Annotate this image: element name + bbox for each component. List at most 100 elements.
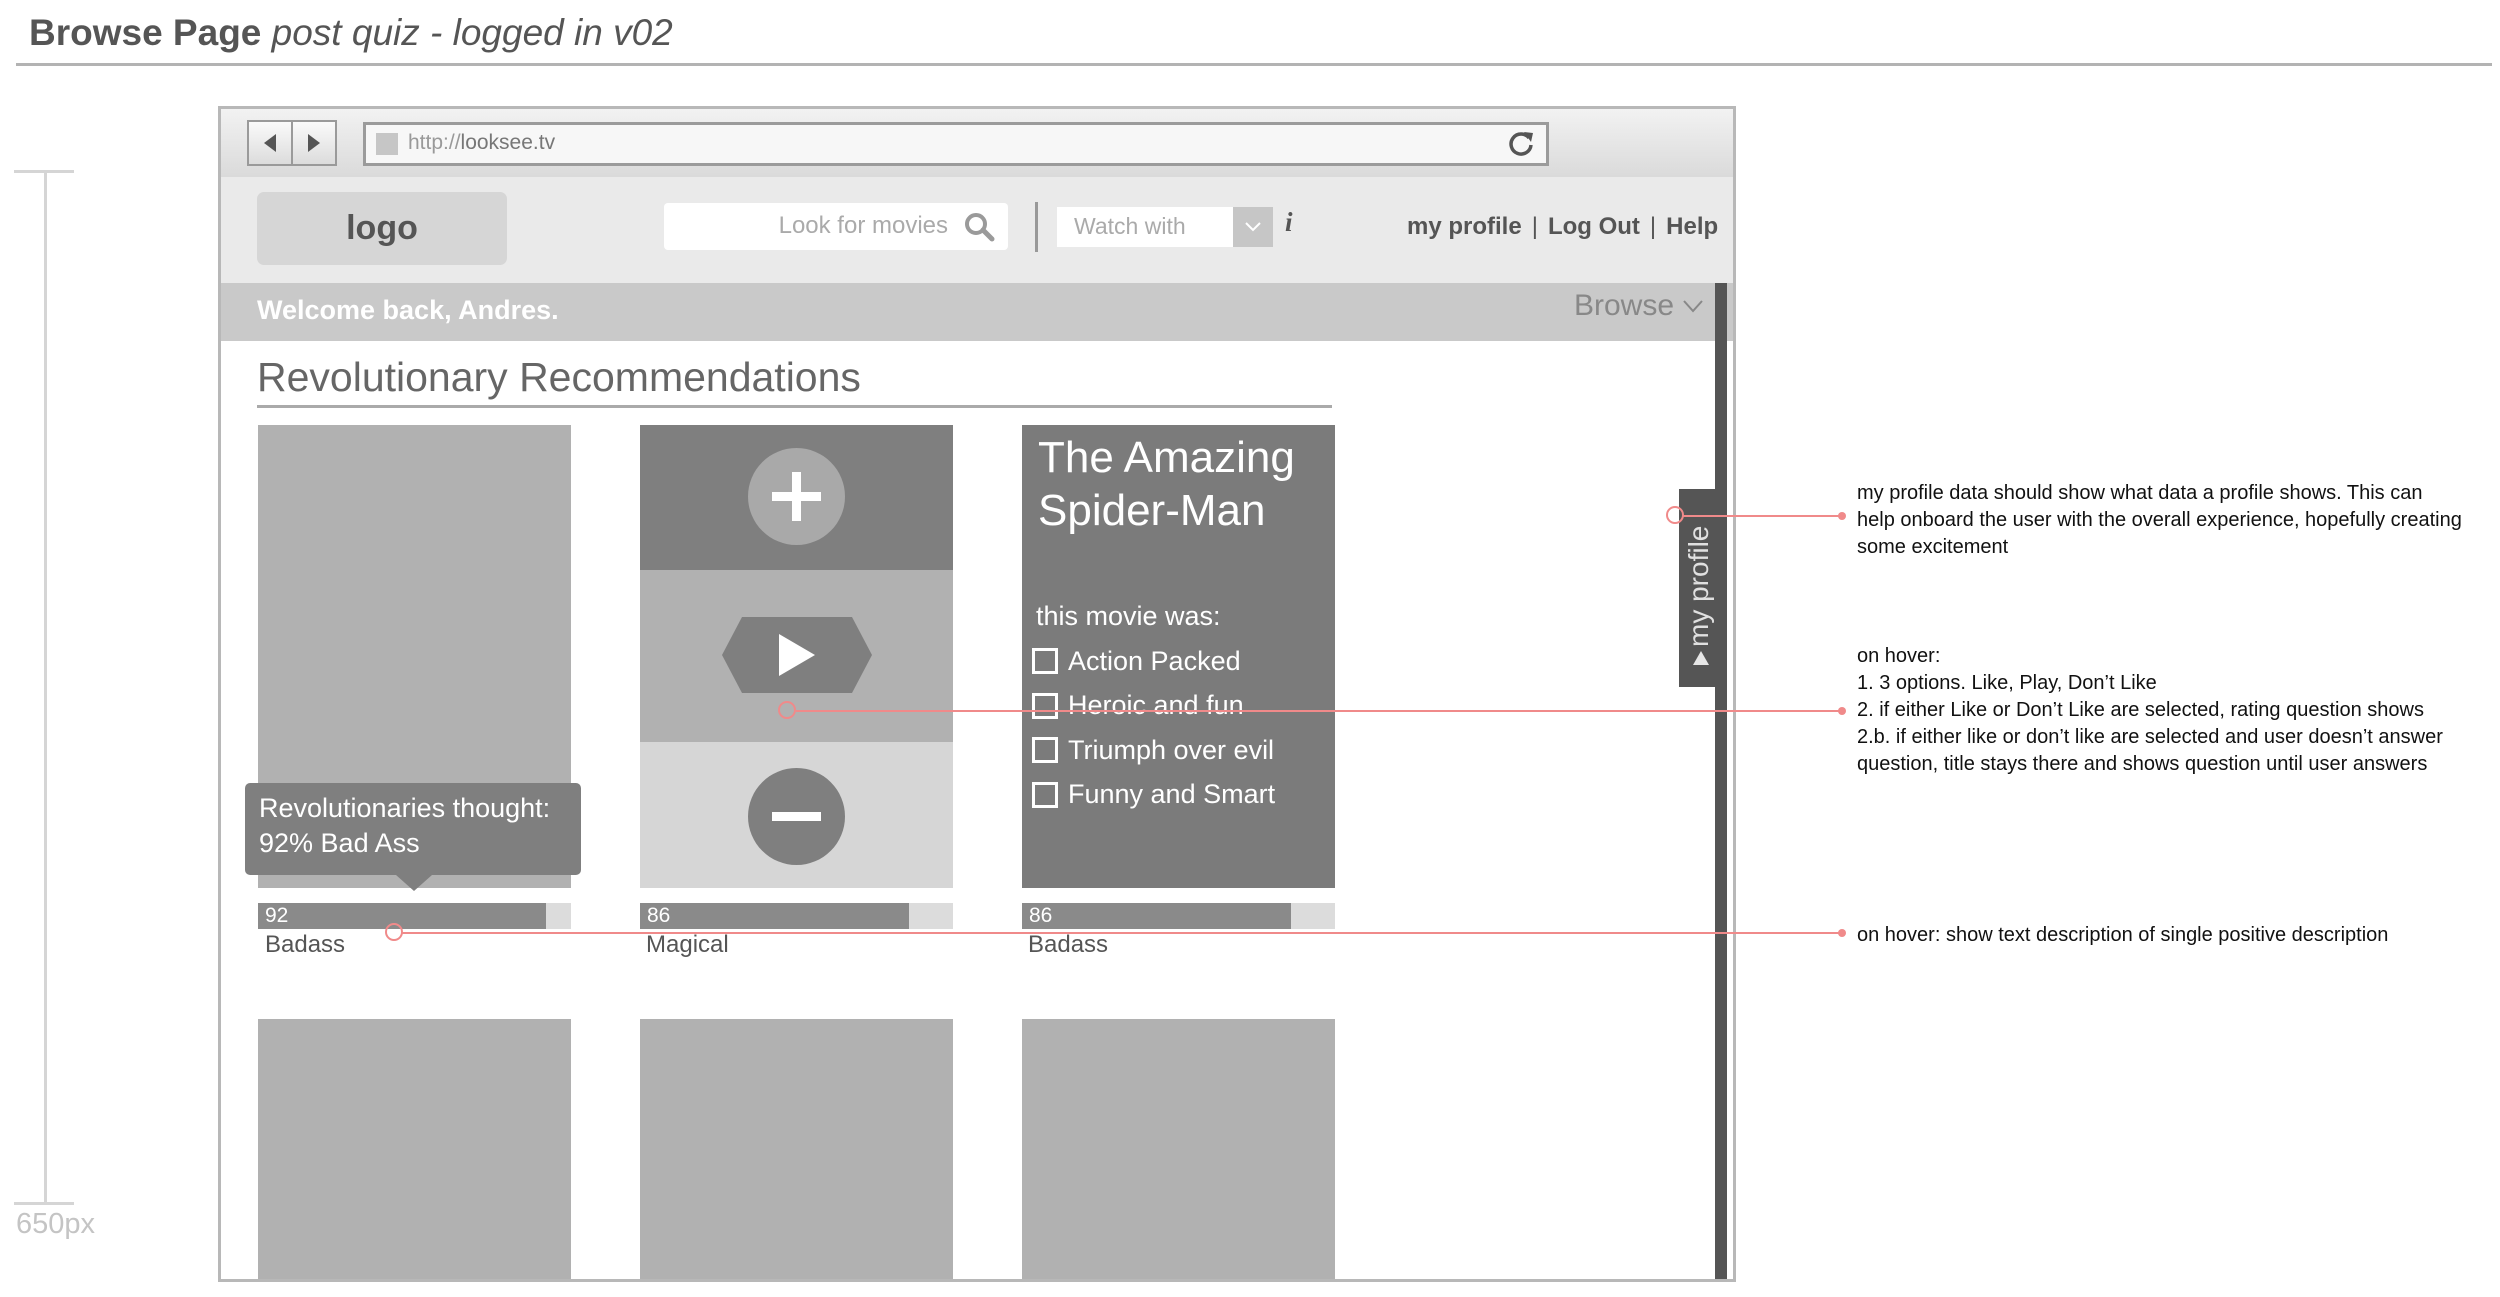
- descriptor-label: Badass: [1028, 931, 1109, 958]
- document-title: Browse Page post quiz - logged in v02: [29, 12, 673, 54]
- annotation-line: help onboard the user with the overall e…: [1857, 509, 2462, 531]
- rating-option[interactable]: Heroic and fun: [1032, 684, 1275, 729]
- annotation-dot: [1838, 929, 1846, 937]
- annotation-line: some excitement: [1857, 536, 2009, 558]
- info-icon[interactable]: i: [1285, 207, 1293, 238]
- link-separator: |: [1649, 213, 1657, 240]
- link-separator: |: [1531, 213, 1538, 240]
- movie-card-hover: [640, 425, 953, 888]
- search-icon[interactable]: [964, 212, 996, 247]
- movie-poster-row2-2[interactable]: [640, 1019, 953, 1279]
- reload-icon: [1509, 132, 1533, 156]
- help-link[interactable]: Help: [1666, 213, 1718, 240]
- score-bar[interactable]: 86: [640, 903, 953, 929]
- annotation-hover-score: on hover: show text description of singl…: [1857, 924, 2389, 946]
- annotation-line: 1. 3 options. Like, Play, Don’t Like: [1857, 672, 2157, 694]
- browse-dropdown[interactable]: Browse: [1574, 289, 1704, 323]
- score-bar-fill: [258, 903, 546, 929]
- annotation-line: 2. if either Like or Don’t Like are sele…: [1857, 699, 2424, 721]
- score-tooltip: Revolutionaries thought: 92% Bad Ass: [245, 783, 581, 891]
- browser-window: http://looksee.tv logo Look for movies W…: [218, 106, 1736, 1282]
- reload-button[interactable]: [1506, 129, 1536, 164]
- plus-icon: [772, 472, 821, 521]
- welcome-bar: Welcome back, Andres. Browse: [221, 283, 1733, 341]
- watch-with-select[interactable]: Watch with: [1057, 207, 1273, 247]
- site-logo[interactable]: logo: [257, 192, 507, 265]
- rating-option[interactable]: Funny and Smart: [1032, 773, 1275, 818]
- rating-option[interactable]: Triumph over evil: [1032, 728, 1275, 773]
- checkbox-icon[interactable]: [1032, 737, 1058, 764]
- annotation-line: on hover:: [1857, 645, 1941, 667]
- document-title-bold: Browse Page: [29, 12, 262, 53]
- annotation-line: 2.b. if either like or don’t like are se…: [1857, 726, 2443, 748]
- score-value: 92: [265, 904, 289, 927]
- annotation-dot: [1838, 512, 1846, 520]
- rating-card: The Amazing Spider-Man this movie was: A…: [1022, 425, 1335, 888]
- annotation-dot: [1838, 707, 1846, 715]
- search-placeholder: Look for movies: [778, 212, 948, 239]
- triangle-up-icon: [1692, 649, 1710, 672]
- rating-option-label: Heroic and fun: [1068, 690, 1244, 721]
- dislike-zone[interactable]: [640, 742, 953, 888]
- annotation-marker: [778, 701, 796, 719]
- site-header: logo Look for movies Watch with i my pro…: [221, 177, 1733, 289]
- minus-icon: [772, 812, 821, 821]
- ruler-bottom-tick: [14, 1202, 74, 1205]
- section-divider: [257, 405, 1332, 408]
- chevron-down-icon: [1683, 300, 1703, 313]
- score-value: 86: [647, 904, 671, 927]
- descriptor-label: Badass: [265, 931, 346, 958]
- rating-option-label: Funny and Smart: [1068, 779, 1276, 810]
- welcome-message: Welcome back, Andres.: [257, 295, 559, 325]
- ruler-label: 650px: [16, 1208, 96, 1240]
- my-profile-tab-label: my profile: [1683, 525, 1714, 647]
- score-bar[interactable]: 86: [1022, 903, 1335, 929]
- forward-button[interactable]: [293, 122, 335, 164]
- checkbox-icon[interactable]: [1032, 781, 1058, 808]
- document-title-italic: post quiz - logged in v02: [271, 12, 673, 53]
- descriptor-label: Magical: [646, 931, 729, 958]
- annotation-line-hover: [796, 710, 1841, 712]
- profile-rail: [1715, 283, 1727, 1279]
- annotation-profile: my profile data should show what data a …: [1857, 480, 2462, 561]
- back-button[interactable]: [249, 122, 293, 164]
- back-arrow-icon: [264, 134, 276, 152]
- forward-arrow-icon: [308, 134, 320, 152]
- annotation-line: my profile data should show what data a …: [1857, 482, 2423, 504]
- tooltip-line: 92% Bad Ass: [259, 828, 420, 858]
- movie-title: The Amazing Spider-Man: [1038, 433, 1295, 535]
- annotation-line-profile: [1683, 515, 1841, 517]
- url-scheme: http://: [408, 131, 461, 154]
- chevron-down-icon: [1245, 222, 1261, 232]
- my-profile-link[interactable]: my profile: [1407, 213, 1522, 240]
- tooltip-text: Revolutionaries thought: 92% Bad Ass: [259, 791, 550, 861]
- address-bar[interactable]: http://looksee.tv: [363, 122, 1549, 166]
- watch-with-dropdown[interactable]: [1233, 207, 1273, 247]
- log-out-link[interactable]: Log Out: [1548, 213, 1640, 240]
- annotation-marker: [385, 923, 403, 941]
- annotation-line-score: [402, 932, 1841, 934]
- my-profile-tab[interactable]: my profile: [1679, 489, 1723, 687]
- play-zone[interactable]: [640, 570, 953, 742]
- movie-search-input[interactable]: Look for movies: [664, 203, 1008, 250]
- annotation-hover-actions: on hover: 1. 3 options. Like, Play, Don’…: [1857, 643, 2443, 778]
- browse-label: Browse: [1574, 289, 1675, 322]
- dislike-button[interactable]: [748, 768, 845, 865]
- section-title: Revolutionary Recommendations: [257, 354, 861, 400]
- play-button[interactable]: [722, 617, 872, 698]
- score-bar[interactable]: 92: [258, 903, 571, 929]
- score-bar-fill: [1022, 903, 1292, 929]
- movie-poster-row2-1[interactable]: [258, 1019, 571, 1279]
- header-separator: [1035, 202, 1038, 252]
- checkbox-icon[interactable]: [1032, 648, 1058, 675]
- url-text: http://looksee.tv: [408, 131, 555, 155]
- favicon-icon: [376, 133, 398, 155]
- rating-option[interactable]: Action Packed: [1032, 639, 1275, 684]
- movie-poster-row2-3[interactable]: [1022, 1019, 1335, 1279]
- tooltip-line: Revolutionaries thought:: [259, 793, 551, 823]
- checkbox-icon[interactable]: [1032, 692, 1058, 719]
- rating-options: Action Packed Heroic and fun Triumph ove…: [1032, 639, 1275, 817]
- nav-buttons: [247, 120, 337, 166]
- like-zone[interactable]: [640, 425, 953, 570]
- like-button[interactable]: [748, 448, 845, 545]
